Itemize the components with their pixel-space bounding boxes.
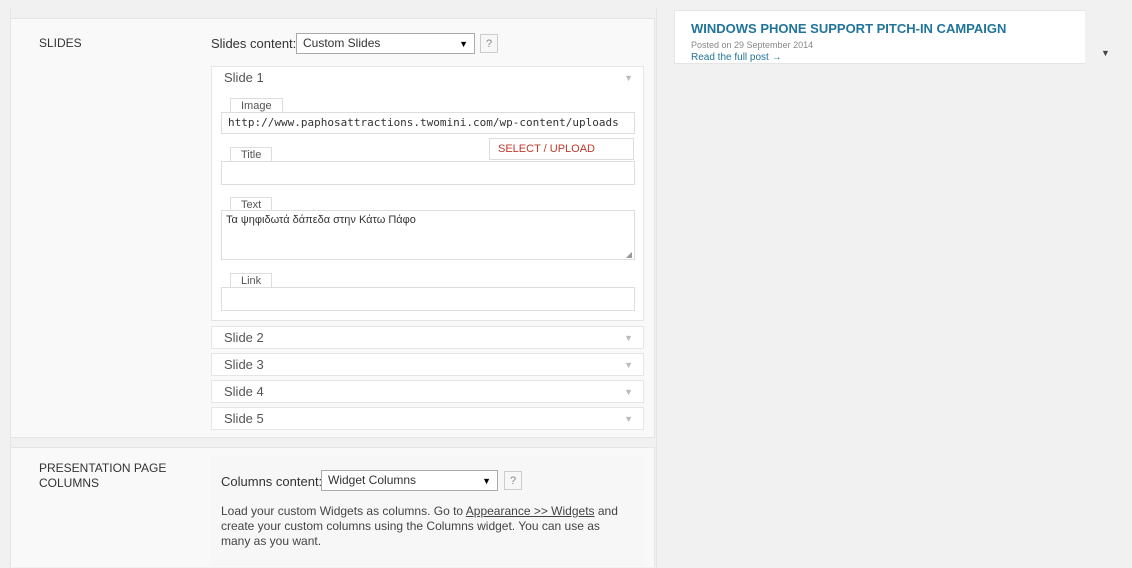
image-field-label: Image xyxy=(230,98,283,113)
read-full-post-link[interactable]: Read the full post → xyxy=(691,52,782,63)
text-textarea-value: Τα ψηφιδωτά δάπεδα στην Κάτω Πάφο xyxy=(226,214,416,226)
link-field-label: Link xyxy=(230,273,273,288)
columns-content-label: Columns content: xyxy=(221,474,323,489)
scroll-down-icon[interactable]: ▼ xyxy=(1101,48,1110,58)
triangle-down-icon: ▼ xyxy=(624,387,633,397)
triangle-down-icon: ▼ xyxy=(624,414,633,424)
slide-1-header[interactable]: Slide 1 ▼ xyxy=(212,67,643,89)
select-upload-image-button[interactable]: SELECT / UPLOAD IMAGE xyxy=(489,138,634,175)
presentation-label-line1: PRESENTATION PAGE xyxy=(39,461,167,475)
text-textarea[interactable]: Τα ψηφιδωτά δάπεδα στην Κάτω Πάφο ◢ xyxy=(221,210,635,260)
triangle-down-icon: ▼ xyxy=(624,360,633,370)
news-title-link[interactable]: WINDOWS PHONE SUPPORT PITCH-IN CAMPAIGN xyxy=(691,21,1006,36)
news-scrollbar[interactable] xyxy=(1085,0,1113,72)
slide-2-title: Slide 2 xyxy=(224,330,264,345)
desc-text: Load your custom Widgets as columns. Go … xyxy=(221,504,466,518)
desc-text: and xyxy=(594,504,618,518)
title-input[interactable] xyxy=(221,161,635,185)
title-field-label: Title xyxy=(230,147,273,162)
triangle-down-icon: ▼ xyxy=(624,73,633,83)
slides-section-label: SLIDES xyxy=(39,36,82,50)
news-date: Posted on 29 September 2014 xyxy=(691,40,814,50)
settings-panel: SLIDES Slides content: Custom Slides ▼ ?… xyxy=(0,0,657,568)
slides-content-label: Slides content: xyxy=(211,36,297,51)
appearance-widgets-link[interactable]: Appearance >> Widgets xyxy=(466,504,595,518)
slide-4-panel[interactable]: Slide 4 ▼ xyxy=(211,380,644,403)
image-url-input[interactable]: http://www.paphosattractions.twomini.com… xyxy=(221,112,635,134)
presentation-label-line2: COLUMNS xyxy=(39,476,100,490)
desc-line3: many as you want. xyxy=(221,534,322,548)
slide-5-title: Slide 5 xyxy=(224,411,264,426)
triangle-down-icon: ▼ xyxy=(624,333,633,343)
slides-content-select[interactable]: Custom Slides ▼ xyxy=(296,33,475,54)
slide-2-panel[interactable]: Slide 2 ▼ xyxy=(211,326,644,349)
slide-3-panel[interactable]: Slide 3 ▼ xyxy=(211,353,644,376)
columns-content-value: Widget Columns xyxy=(328,473,417,487)
slide-1-title: Slide 1 xyxy=(224,70,264,85)
presentation-section-label: PRESENTATION PAGE COLUMNS xyxy=(39,461,166,491)
news-widget: WINDOWS PHONE SUPPORT PITCH-IN CAMPAIGN … xyxy=(674,10,1086,64)
columns-help-button[interactable]: ? xyxy=(504,471,522,490)
chevron-down-icon: ▼ xyxy=(459,39,468,49)
link-input[interactable] xyxy=(221,287,635,311)
columns-content-select[interactable]: Widget Columns ▼ xyxy=(321,470,498,491)
slides-help-button[interactable]: ? xyxy=(480,34,498,53)
chevron-down-icon: ▼ xyxy=(482,476,491,486)
desc-line2: create your custom columns using the Col… xyxy=(221,519,600,533)
slide-3-title: Slide 3 xyxy=(224,357,264,372)
slide-4-title: Slide 4 xyxy=(224,384,264,399)
slides-content-value: Custom Slides xyxy=(303,36,381,50)
resize-handle-icon[interactable]: ◢ xyxy=(626,250,632,259)
columns-description: Load your custom Widgets as columns. Go … xyxy=(221,504,641,549)
slide-5-panel[interactable]: Slide 5 ▼ xyxy=(211,407,644,430)
